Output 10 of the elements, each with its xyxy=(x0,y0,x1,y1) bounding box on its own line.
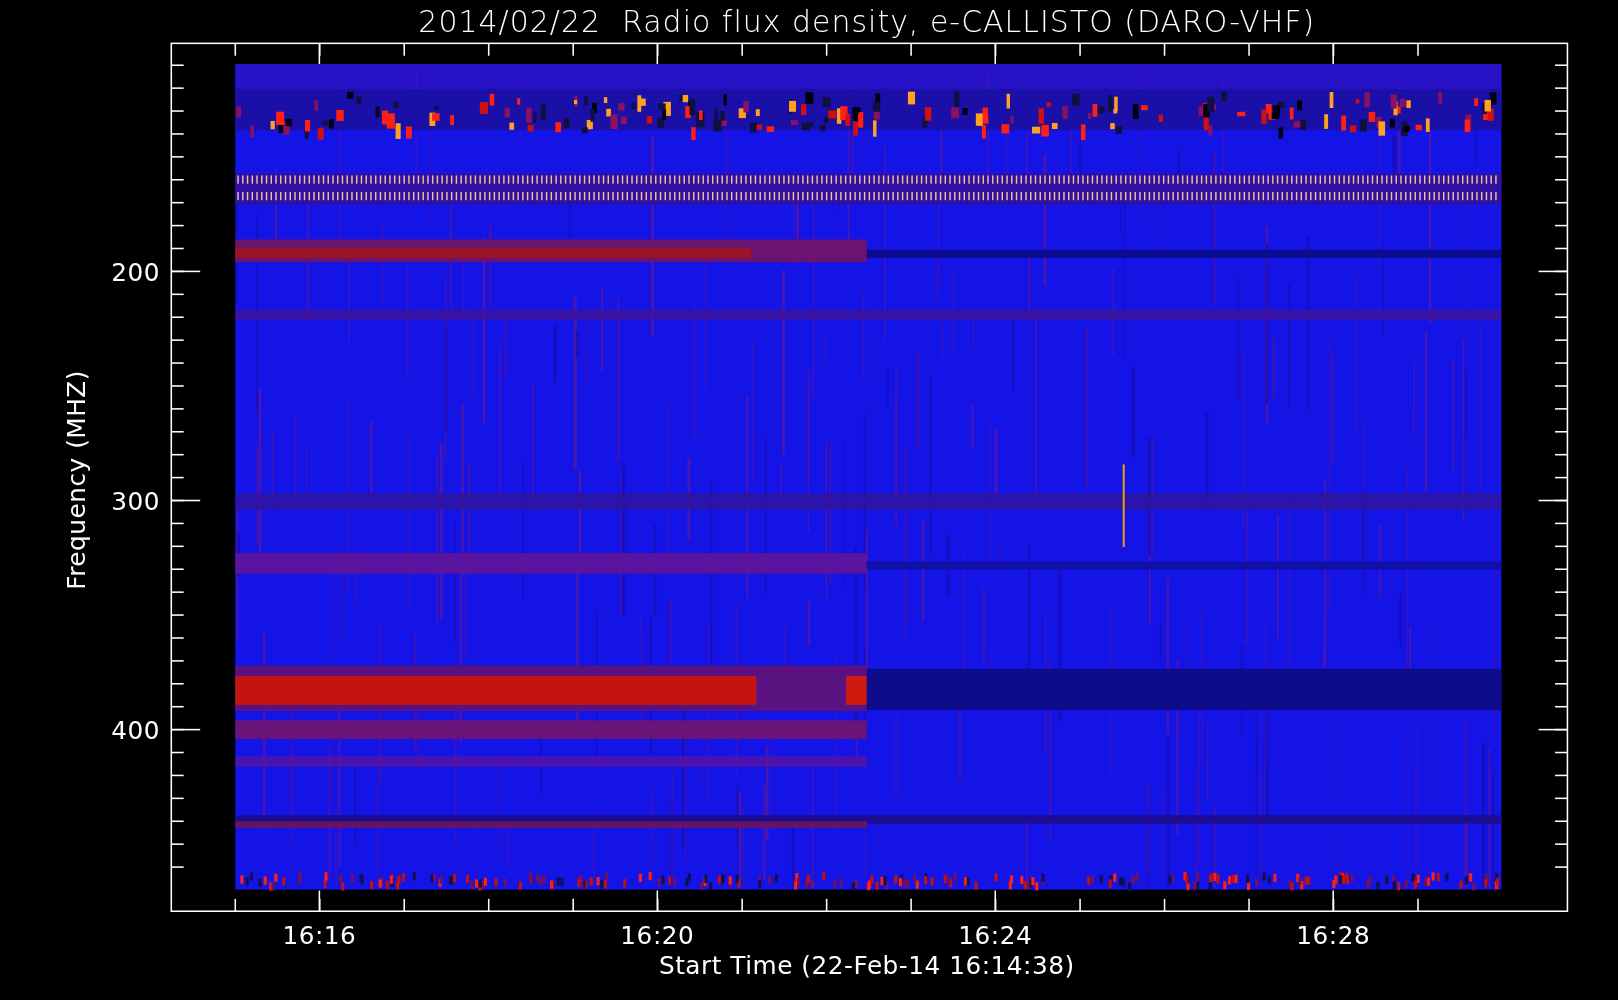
y-tick-label: 400 xyxy=(111,715,160,745)
y-tick-label: 300 xyxy=(111,486,160,516)
x-tick-label: 16:20 xyxy=(620,921,695,951)
x-tick-label: 16:28 xyxy=(1296,921,1371,951)
x-tick-label: 16:16 xyxy=(282,921,357,951)
x-tick-label: 16:24 xyxy=(958,921,1033,951)
chart-title: 2014/02/22 Radio flux density, e-CALLISTO (DARO-VHF) xyxy=(418,4,1316,39)
y-axis-label: Frequency (MHZ) xyxy=(61,370,91,590)
y-tick-label: 200 xyxy=(111,257,160,287)
x-axis-label: Start Time (22-Feb-14 16:14:38) xyxy=(658,951,1075,981)
